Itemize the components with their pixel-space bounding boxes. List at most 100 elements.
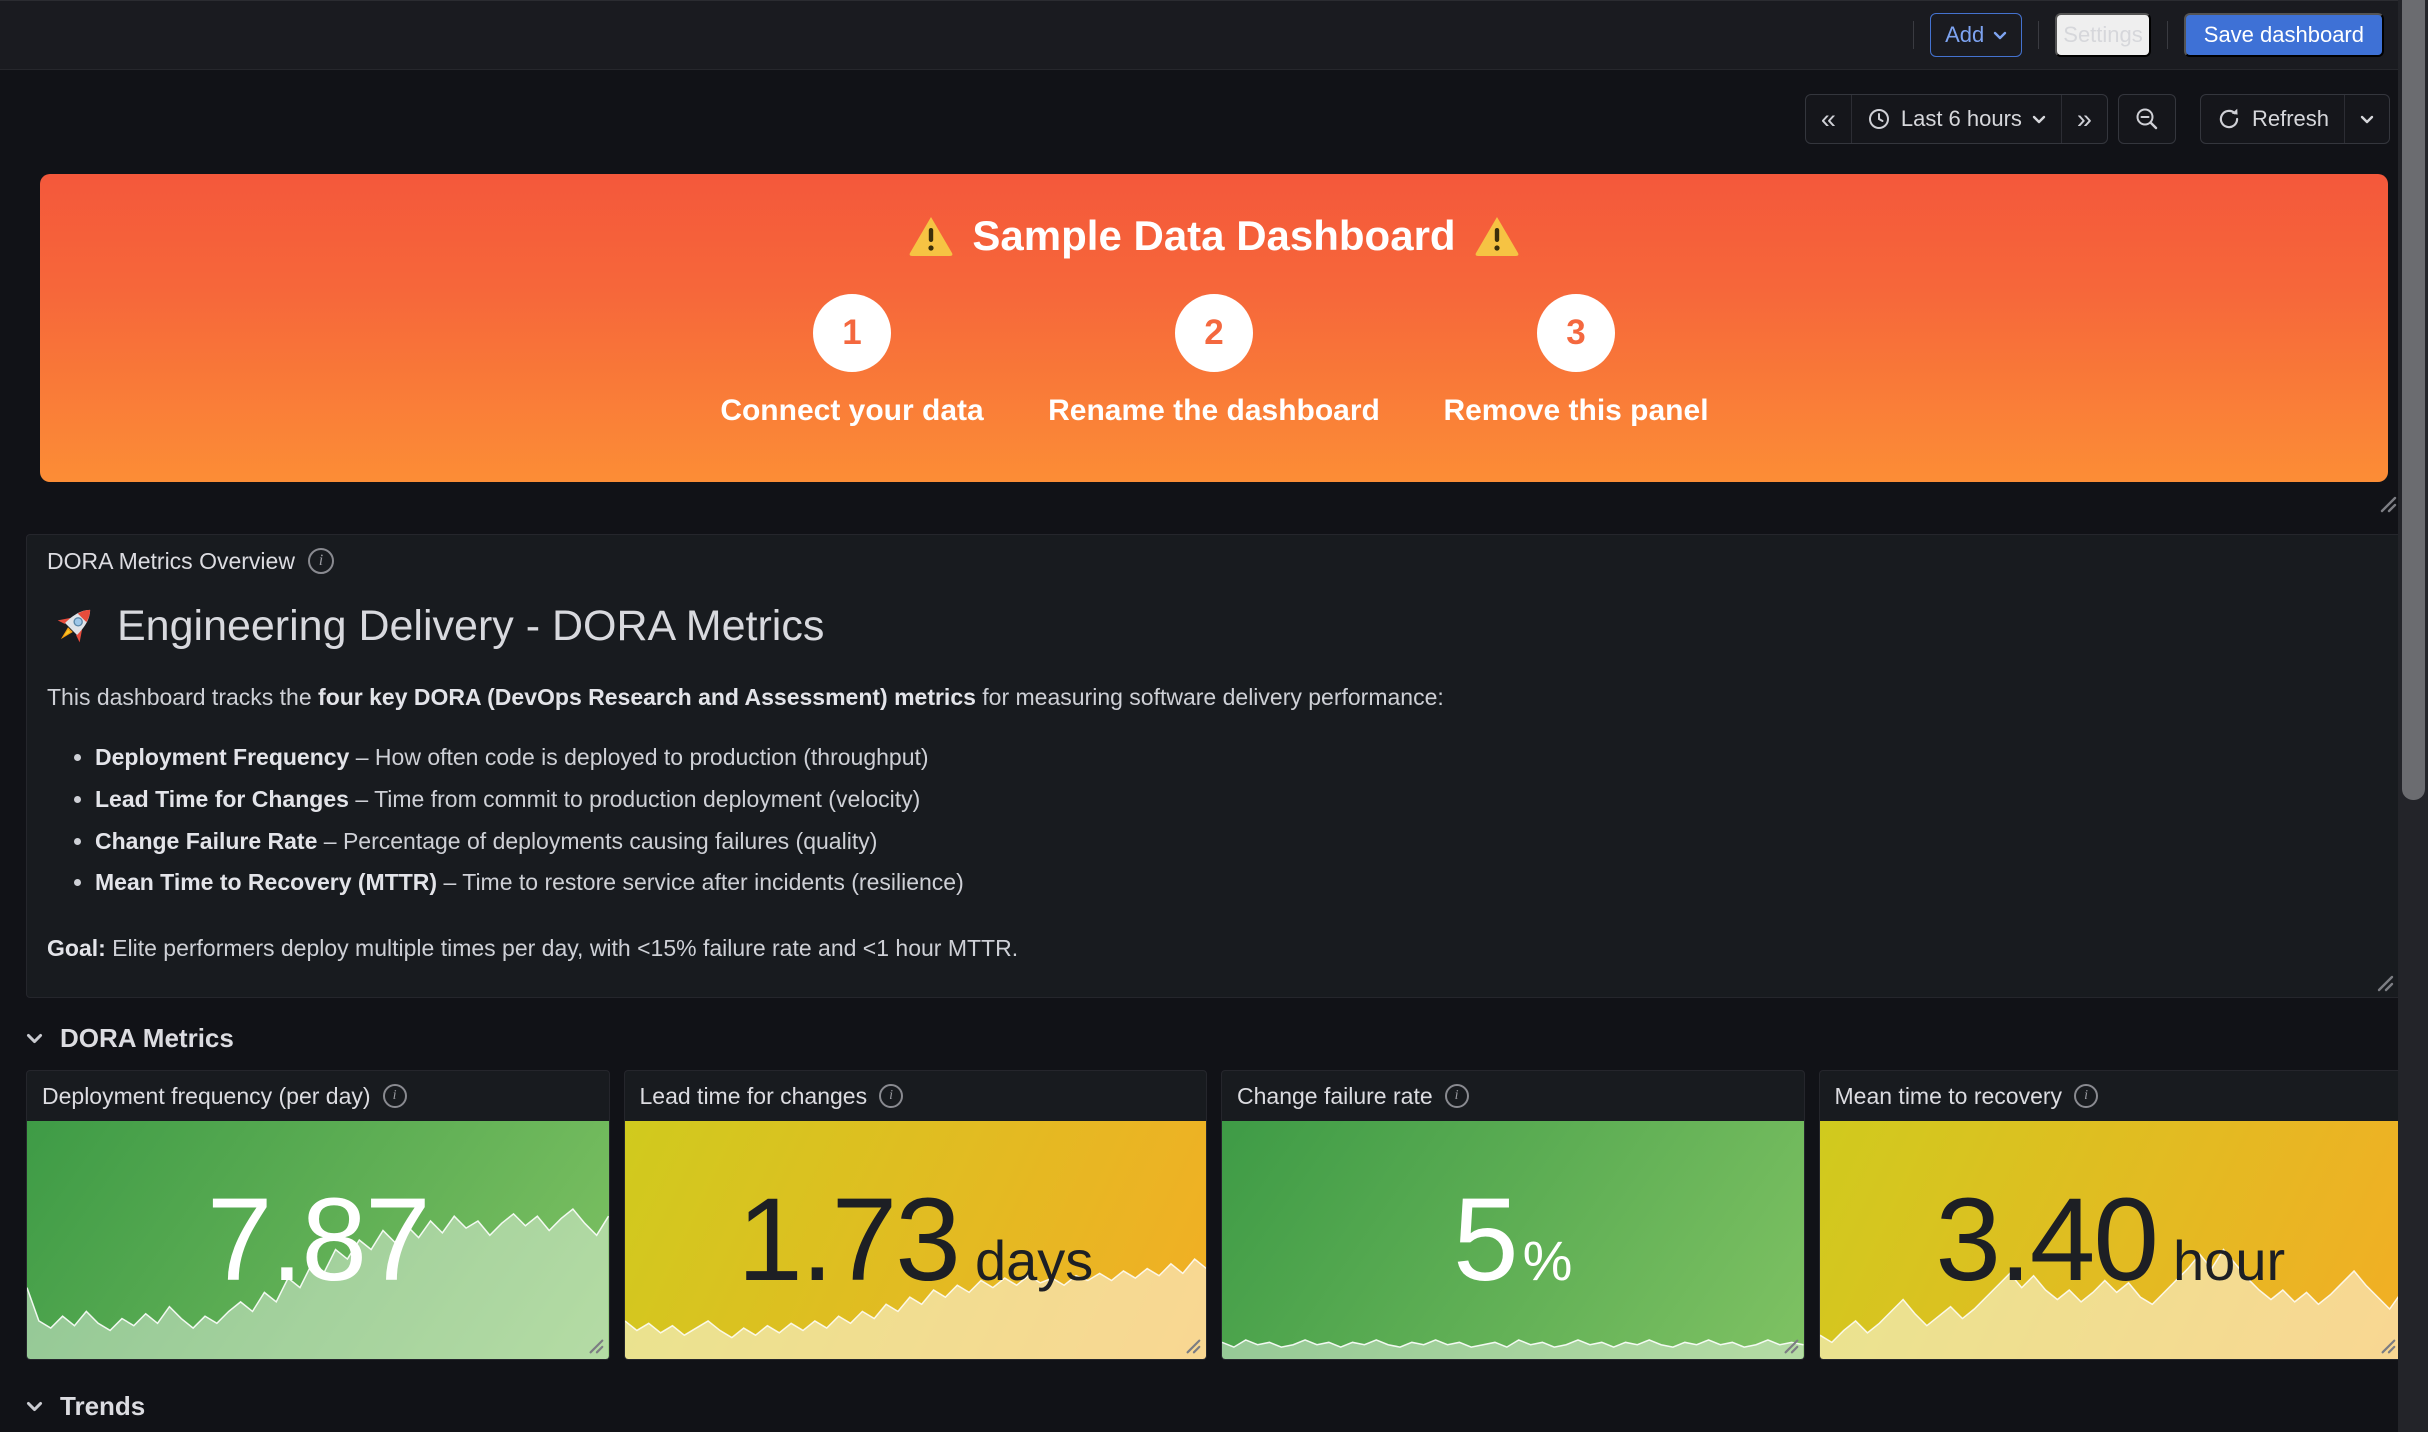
time-shift-back-button[interactable]: « bbox=[1806, 95, 1851, 143]
vertical-scrollbar bbox=[2398, 0, 2428, 1432]
section-title: Trends bbox=[60, 1391, 145, 1422]
stat-value-wrap: 3.40 hour bbox=[1820, 1121, 2402, 1359]
section-row-dora-metrics[interactable]: DORA Metrics bbox=[26, 1016, 2402, 1060]
sample-data-banner: Sample Data Dashboard 1 Connect your dat… bbox=[40, 174, 2388, 482]
refresh-button[interactable]: Refresh bbox=[2201, 95, 2344, 143]
stat-body: 3.40 hour bbox=[1820, 1121, 2402, 1359]
banner-step-1: 1 Connect your data bbox=[671, 294, 1033, 428]
step-label: Remove this panel bbox=[1443, 394, 1708, 428]
stat-value: 3.40 bbox=[1935, 1181, 2157, 1299]
stat-value-row: 5 % bbox=[1453, 1181, 1572, 1299]
stat-body: 5 % bbox=[1222, 1121, 1804, 1359]
banner-title: Sample Data Dashboard bbox=[972, 212, 1455, 260]
step-number-badge: 3 bbox=[1537, 294, 1615, 372]
zoom-out-icon bbox=[2134, 106, 2160, 132]
chevron-down-icon bbox=[26, 1401, 43, 1412]
stat-panel-change-failure-rate: Change failure rate i 5 % bbox=[1221, 1070, 1805, 1360]
step-label: Rename the dashboard bbox=[1048, 394, 1380, 428]
panel-title: Change failure rate bbox=[1237, 1083, 1433, 1110]
stat-panel-mttr: Mean time to recovery i 3.40 hour bbox=[1819, 1070, 2403, 1360]
info-icon[interactable]: i bbox=[2074, 1084, 2098, 1108]
panel-header[interactable]: DORA Metrics Overview i bbox=[47, 535, 2381, 587]
warning-icon bbox=[1474, 215, 1520, 257]
save-dashboard-label: Save dashboard bbox=[2204, 22, 2364, 48]
stat-value-row: 7.87 bbox=[207, 1181, 429, 1299]
stat-value-wrap: 7.87 bbox=[27, 1121, 609, 1359]
panel-resize-handle[interactable] bbox=[2378, 494, 2398, 514]
spacer bbox=[2186, 94, 2190, 144]
step-number-badge: 1 bbox=[813, 294, 891, 372]
overview-heading-row: Engineering Delivery - DORA Metrics bbox=[47, 599, 2381, 653]
time-range-label: Last 6 hours bbox=[1901, 106, 2022, 132]
dora-overview-panel: DORA Metrics Overview i Engineering Deli… bbox=[26, 534, 2402, 998]
time-controls-bar: « Last 6 hours » Refresh bbox=[26, 94, 2390, 144]
list-item: Lead Time for Changes – Time from commit… bbox=[95, 782, 2381, 818]
overview-heading: Engineering Delivery - DORA Metrics bbox=[117, 602, 824, 651]
zoom-out-group bbox=[2118, 94, 2176, 144]
stat-value: 5 bbox=[1453, 1181, 1517, 1299]
info-icon[interactable]: i bbox=[879, 1084, 903, 1108]
panel-resize-handle[interactable] bbox=[587, 1337, 605, 1355]
step-number-badge: 2 bbox=[1175, 294, 1253, 372]
time-range-picker[interactable]: Last 6 hours bbox=[1851, 95, 2061, 143]
info-icon[interactable]: i bbox=[308, 548, 334, 574]
panel-title: DORA Metrics Overview bbox=[47, 548, 295, 575]
refresh-interval-dropdown[interactable] bbox=[2344, 95, 2389, 143]
refresh-group: Refresh bbox=[2200, 94, 2390, 144]
panel-title: Lead time for changes bbox=[640, 1083, 868, 1110]
panel-header[interactable]: Mean time to recovery i bbox=[1820, 1071, 2402, 1121]
chevron-down-icon bbox=[2032, 115, 2046, 124]
banner-steps: 1 Connect your data 2 Rename the dashboa… bbox=[40, 294, 2388, 428]
toolbar-divider bbox=[1913, 21, 1914, 49]
banner-step-3: 3 Remove this panel bbox=[1395, 294, 1757, 428]
stat-value-wrap: 1.73 days bbox=[625, 1121, 1207, 1359]
list-item: Change Failure Rate – Percentage of depl… bbox=[95, 824, 2381, 860]
chevron-down-icon bbox=[1993, 31, 2007, 40]
dora-metric-list: Deployment Frequency – How often code is… bbox=[47, 740, 2381, 901]
zoom-out-button[interactable] bbox=[2119, 95, 2175, 143]
settings-button[interactable]: Settings bbox=[2055, 13, 2151, 57]
panel-resize-handle[interactable] bbox=[1782, 1337, 1800, 1355]
overview-intro: This dashboard tracks the four key DORA … bbox=[47, 681, 2381, 714]
scrollbar-thumb[interactable] bbox=[2402, 0, 2425, 800]
stat-value-wrap: 5 % bbox=[1222, 1121, 1804, 1359]
panel-resize-handle[interactable] bbox=[2375, 973, 2395, 993]
toolbar-divider bbox=[2167, 21, 2168, 49]
save-dashboard-button[interactable]: Save dashboard bbox=[2184, 13, 2384, 57]
stat-value: 7.87 bbox=[207, 1181, 429, 1299]
refresh-icon bbox=[2216, 106, 2242, 132]
info-icon[interactable]: i bbox=[383, 1084, 407, 1108]
add-button[interactable]: Add bbox=[1930, 13, 2022, 57]
info-icon[interactable]: i bbox=[1445, 1084, 1469, 1108]
time-range-group: « Last 6 hours » bbox=[1805, 94, 2108, 144]
stat-panel-deployment-frequency: Deployment frequency (per day) i 7.87 bbox=[26, 1070, 610, 1360]
stat-unit: % bbox=[1523, 1228, 1573, 1293]
dashboard-toolbar: Add Settings Save dashboard bbox=[0, 0, 2428, 70]
panel-header[interactable]: Lead time for changes i bbox=[625, 1071, 1207, 1121]
panel-resize-handle[interactable] bbox=[2379, 1337, 2397, 1355]
stat-body: 1.73 days bbox=[625, 1121, 1207, 1359]
stat-value-row: 1.73 days bbox=[737, 1181, 1093, 1299]
warning-icon bbox=[908, 215, 954, 257]
chevron-down-icon bbox=[2360, 115, 2374, 124]
add-button-label: Add bbox=[1945, 22, 1984, 48]
panel-title: Mean time to recovery bbox=[1835, 1083, 2063, 1110]
panel-resize-handle[interactable] bbox=[1184, 1337, 1202, 1355]
refresh-label: Refresh bbox=[2252, 106, 2329, 132]
section-title: DORA Metrics bbox=[60, 1023, 234, 1054]
time-shift-forward-button[interactable]: » bbox=[2061, 95, 2107, 143]
panel-header[interactable]: Deployment frequency (per day) i bbox=[27, 1071, 609, 1121]
stat-unit: hour bbox=[2173, 1228, 2285, 1293]
stat-panel-lead-time: Lead time for changes i 1.73 days bbox=[624, 1070, 1208, 1360]
panel-header[interactable]: Change failure rate i bbox=[1222, 1071, 1804, 1121]
stat-unit: days bbox=[975, 1228, 1093, 1293]
settings-button-label: Settings bbox=[2063, 22, 2143, 48]
section-row-trends[interactable]: Trends bbox=[26, 1384, 2402, 1428]
stat-value-row: 3.40 hour bbox=[1935, 1181, 2285, 1299]
overview-goal: Goal: Elite performers deploy multiple t… bbox=[47, 935, 2381, 962]
banner-panel-slot: Sample Data Dashboard 1 Connect your dat… bbox=[26, 174, 2402, 482]
banner-step-2: 2 Rename the dashboard bbox=[1033, 294, 1395, 428]
toolbar-divider bbox=[2038, 21, 2039, 49]
panel-title: Deployment frequency (per day) bbox=[42, 1083, 371, 1110]
step-label: Connect your data bbox=[720, 394, 983, 428]
